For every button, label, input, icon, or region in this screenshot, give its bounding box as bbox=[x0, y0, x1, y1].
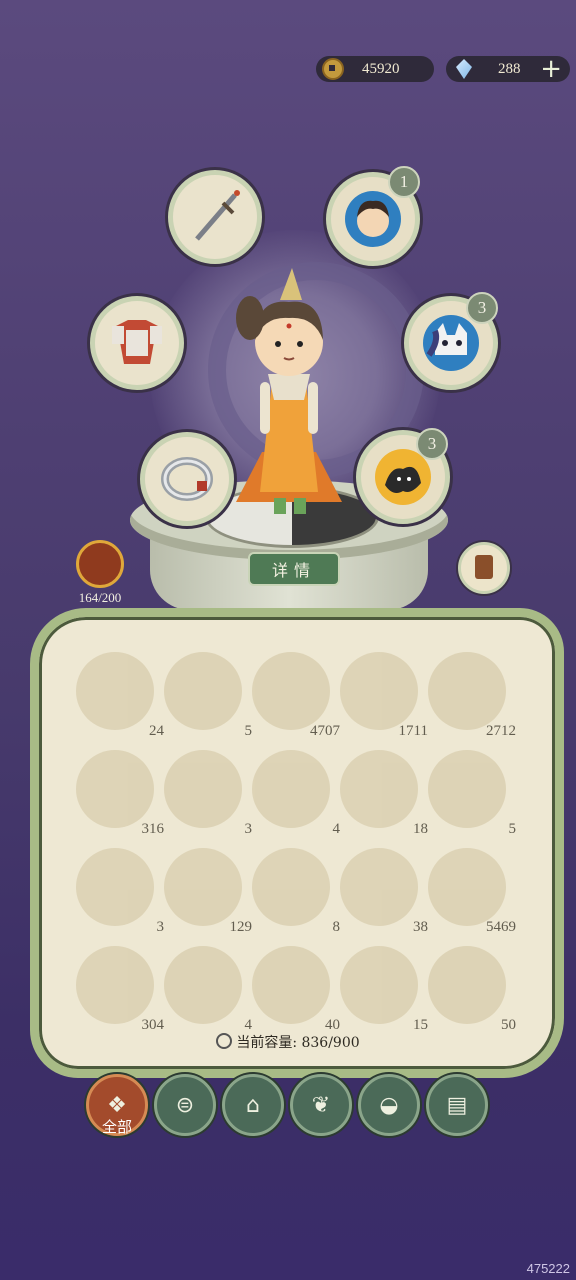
scroll-icon: ▤ bbox=[446, 1092, 468, 1118]
capacity-text: 当前容量: 836/900 bbox=[236, 1035, 360, 1051]
tab-herb[interactable]: ❦ bbox=[290, 1074, 352, 1136]
inventory-slot[interactable]: 15 bbox=[340, 946, 428, 1033]
item-count: 5 bbox=[244, 723, 253, 739]
tab-grid[interactable]: ❖ 全部 bbox=[86, 1074, 148, 1136]
gem-value: 288 bbox=[498, 60, 521, 77]
item-count: 3 bbox=[244, 821, 253, 837]
bucket-icon bbox=[475, 555, 493, 579]
item-count: 5469 bbox=[486, 919, 516, 935]
tab-label: 全部 bbox=[101, 1118, 132, 1136]
bracelet-slot[interactable] bbox=[140, 432, 234, 526]
log-icon: ⊜ bbox=[175, 1092, 195, 1118]
item-count: 8 bbox=[332, 919, 341, 935]
item-count: 24 bbox=[149, 723, 164, 739]
armor-slot[interactable] bbox=[90, 296, 184, 390]
inventory-slot[interactable]: 316 bbox=[76, 750, 164, 837]
item-count: 1711 bbox=[398, 723, 428, 739]
capacity-label: 当前容量: 836/900 bbox=[0, 1032, 576, 1052]
item-count: 18 bbox=[413, 821, 428, 837]
pet-badge-1: 1 bbox=[388, 166, 420, 198]
demon-face-icon bbox=[76, 540, 124, 588]
stamina-indicator[interactable]: 164/200 bbox=[72, 540, 128, 606]
sword-slot[interactable] bbox=[168, 170, 262, 264]
character[interactable] bbox=[222, 262, 356, 522]
inventory-slot[interactable]: 2712 bbox=[428, 652, 516, 739]
detail-button[interactable]: 详情 bbox=[248, 552, 340, 586]
item-count: 4 bbox=[332, 821, 341, 837]
add-gems-button[interactable]: + bbox=[540, 56, 562, 82]
pet-badge-2: 3 bbox=[466, 292, 498, 324]
inventory-slot[interactable]: 18 bbox=[340, 750, 428, 837]
coin-value: 45920 bbox=[362, 60, 400, 77]
bucket-button[interactable] bbox=[458, 542, 510, 594]
inventory-slot[interactable]: 4 bbox=[252, 750, 340, 837]
inventory-slot[interactable]: 24 bbox=[76, 652, 164, 739]
pet-badge-3: 3 bbox=[416, 428, 448, 460]
building-icon: ⌂ bbox=[246, 1092, 260, 1118]
tab-log[interactable]: ⊜ bbox=[154, 1074, 216, 1136]
gem-icon bbox=[456, 59, 472, 79]
boy-portrait-icon bbox=[345, 191, 401, 247]
gem-counter: 288 + bbox=[446, 56, 570, 82]
sword-icon bbox=[195, 190, 240, 241]
item-count: 4707 bbox=[310, 723, 340, 739]
inventory-slot[interactable]: 50 bbox=[428, 946, 516, 1033]
item-count: 316 bbox=[141, 821, 165, 837]
inventory-slot[interactable]: 40 bbox=[252, 946, 340, 1033]
inventory-slot[interactable]: 38 bbox=[340, 848, 428, 935]
bracelet-icon bbox=[161, 457, 213, 501]
inventory-slot[interactable]: 3 bbox=[164, 750, 252, 837]
watermark: 475222 bbox=[526, 1261, 570, 1276]
inventory-slot[interactable]: 1711 bbox=[340, 652, 428, 739]
tab-building[interactable]: ⌂ bbox=[222, 1074, 284, 1136]
item-count: 2712 bbox=[486, 723, 516, 739]
inventory-slot[interactable]: 129 bbox=[164, 848, 252, 935]
inventory-slot[interactable]: 5469 bbox=[428, 848, 516, 935]
bowl-icon: ◒ bbox=[379, 1092, 399, 1118]
item-count: 5 bbox=[508, 821, 517, 837]
item-count: 129 bbox=[229, 919, 253, 935]
item-count: 38 bbox=[413, 919, 428, 935]
armor-icon bbox=[112, 320, 162, 364]
inventory-slot[interactable]: 5 bbox=[428, 750, 516, 837]
inventory-slot[interactable]: 5 bbox=[164, 652, 252, 739]
inventory-slot[interactable]: 8 bbox=[252, 848, 340, 935]
coin-counter: 45920 bbox=[316, 56, 434, 82]
inventory-slot[interactable]: 4707 bbox=[252, 652, 340, 739]
inventory-slot[interactable]: 304 bbox=[76, 946, 164, 1033]
herb-icon: ❦ bbox=[311, 1092, 331, 1118]
inventory-slot[interactable]: 3 bbox=[76, 848, 164, 935]
inventory-slot[interactable]: 4 bbox=[164, 946, 252, 1033]
grid-icon: ❖ bbox=[107, 1092, 127, 1118]
stamina-value: 164/200 bbox=[78, 590, 122, 605]
coin-icon bbox=[322, 58, 344, 80]
tab-scroll[interactable]: ▤ bbox=[426, 1074, 488, 1136]
tab-bowl[interactable]: ◒ bbox=[358, 1074, 420, 1136]
capacity-icon bbox=[216, 1033, 233, 1049]
item-count: 3 bbox=[156, 919, 165, 935]
